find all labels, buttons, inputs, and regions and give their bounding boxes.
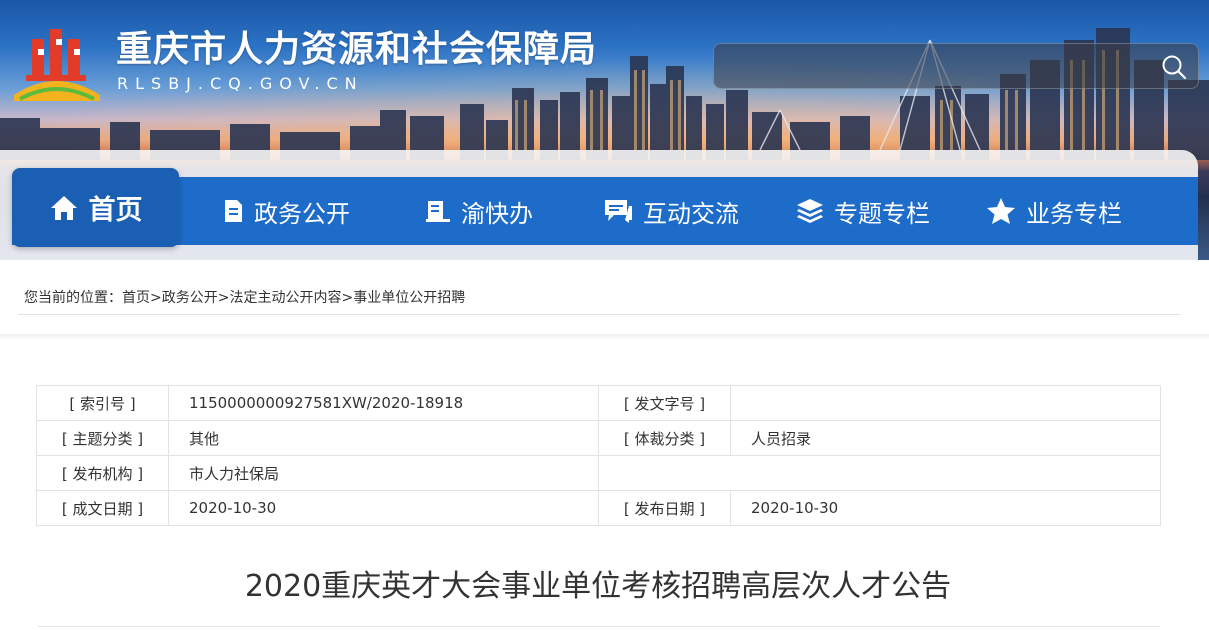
breadcrumb-prefix: 您当前的位置：: [24, 290, 122, 306]
publisher-value: 市人力社保局: [168, 455, 599, 491]
nav-item-home[interactable]: 首页: [12, 168, 179, 247]
nav-item-government-affairs[interactable]: 政务公开: [222, 177, 350, 245]
index-label: [ 索引号 ]: [36, 385, 169, 421]
layers-icon: [797, 199, 823, 223]
table-row: [ 成文日期 ] 2020-10-30 [ 发布日期 ] 2020-10-30: [36, 490, 1161, 526]
published-date-label: [ 发布日期 ]: [598, 490, 731, 526]
nav-item-label: 首页: [88, 195, 143, 226]
nav-item-interaction[interactable]: 互动交流: [603, 177, 739, 245]
breadcrumb-link-government-affairs[interactable]: 政务公开: [162, 290, 218, 306]
genre-label: [ 体裁分类 ]: [598, 420, 731, 456]
breadcrumb: 您当前的位置：首页>政务公开>法定主动公开内容>事业单位公开招聘: [24, 288, 465, 308]
nav-item-label: 业务专栏: [1026, 199, 1122, 228]
nav-item-yukuaiban[interactable]: 渝快办: [425, 177, 533, 245]
nav-item-label: 渝快办: [461, 199, 533, 228]
created-date-value: 2020-10-30: [168, 490, 599, 526]
table-row: [ 主题分类 ] 其他 [ 体裁分类 ] 人员招录: [36, 420, 1161, 456]
topic-value: 其他: [168, 420, 599, 456]
site-domain: RLSBJ.CQ.GOV.CN: [117, 74, 364, 93]
nav-item-label: 互动交流: [643, 199, 739, 228]
created-date-label: [ 成文日期 ]: [36, 490, 169, 526]
index-value: 1150000000927581XW/2020-18918: [168, 385, 599, 421]
published-date-value: 2020-10-30: [730, 490, 1161, 526]
empty-cell: [598, 455, 1161, 491]
doc-number-label: [ 发文字号 ]: [598, 385, 731, 421]
breadcrumb-divider: [18, 314, 1180, 315]
nav-item-special-topics[interactable]: 专题专栏: [796, 177, 930, 245]
home-icon: [50, 195, 77, 220]
book-icon: [426, 201, 450, 222]
table-row: [ 发布机构 ] 市人力社保局: [36, 455, 1161, 491]
nav-item-label: 专题专栏: [834, 199, 930, 228]
doc-number-value: [730, 385, 1161, 421]
genre-value: 人员招录: [730, 420, 1161, 456]
breadcrumb-link-statutory-disclosure[interactable]: 法定主动公开内容: [229, 290, 341, 306]
breadcrumb-separator: >: [150, 290, 162, 306]
search-icon[interactable]: [1160, 53, 1188, 81]
breadcrumb-link-recruitment[interactable]: 事业单位公开招聘: [353, 290, 465, 306]
document-metadata-table: [ 索引号 ] 1150000000927581XW/2020-18918 [ …: [36, 385, 1161, 526]
nav-item-label: 政务公开: [254, 199, 350, 228]
document-icon: [225, 200, 242, 222]
search-input[interactable]: [726, 52, 1130, 82]
chat-icon: [605, 200, 632, 223]
breadcrumb-link-home[interactable]: 首页: [122, 290, 150, 306]
article-title: 2020重庆英才大会事业单位考核招聘高层次人才公告: [244, 569, 952, 604]
table-row: [ 索引号 ] 1150000000927581XW/2020-18918 [ …: [36, 385, 1161, 421]
topic-label: [ 主题分类 ]: [36, 420, 169, 456]
title-divider: [38, 626, 1160, 627]
bureau-logo: [14, 29, 100, 101]
breadcrumb-separator: >: [217, 290, 230, 306]
site-title: 重庆市人力资源和社会保障局: [116, 29, 598, 70]
star-icon: [987, 198, 1015, 224]
search-box: [713, 43, 1199, 89]
nav-item-business-column[interactable]: 业务专栏: [986, 177, 1122, 245]
breadcrumb-separator: >: [341, 290, 354, 306]
publisher-label: [ 发布机构 ]: [36, 455, 169, 491]
section-divider: [0, 334, 1209, 340]
